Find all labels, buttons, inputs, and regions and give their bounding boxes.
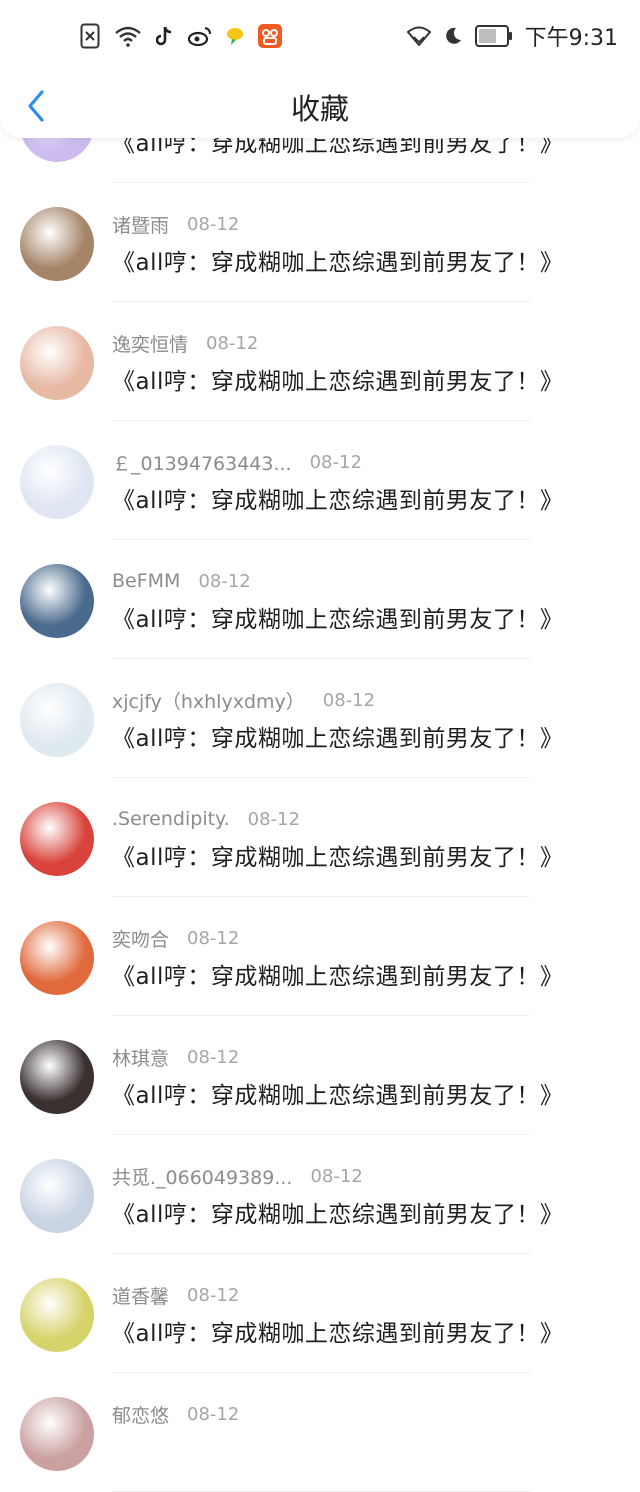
book-title[interactable]: 《all哼：穿成糊咖上恋综遇到前男友了！》 <box>112 600 563 634</box>
tiktok-icon <box>156 25 174 47</box>
date-label: 08-12 <box>187 1284 240 1306</box>
list-item[interactable]: 林琪意 08-12 《all哼：穿成糊咖上恋综遇到前男友了！》 <box>0 1016 640 1135</box>
date-label: 08-12 <box>187 1403 240 1425</box>
date-label: 08-12 <box>187 213 240 235</box>
page-title: 收藏 <box>290 92 349 126</box>
date-label: 08-12 <box>247 808 300 830</box>
avatar[interactable] <box>20 207 94 281</box>
weibo-icon <box>188 26 212 46</box>
list-item[interactable]: 道香馨 08-12 《all哼：穿成糊咖上恋综遇到前男友了！》 <box>0 1254 640 1373</box>
wifi-icon <box>114 25 142 47</box>
username[interactable]: xjcjfy（hxhlyxdmy） <box>112 687 305 714</box>
username[interactable]: 郁恋悠 <box>112 1401 169 1428</box>
book-title[interactable]: 《all哼：穿成糊咖上恋综遇到前男友了！》 <box>112 719 563 753</box>
book-title[interactable]: 《all哼：穿成糊咖上恋综遇到前男友了！》 <box>112 1314 563 1348</box>
item-meta: 郁恋悠 08-12 <box>112 1401 239 1427</box>
book-title[interactable]: 《all哼：穿成糊咖上恋综遇到前男友了！》 <box>112 957 563 991</box>
list-item[interactable]: 共觅._066049389... 08-12 《all哼：穿成糊咖上恋综遇到前男友了… <box>0 1135 640 1254</box>
book-title[interactable]: 《all哼：穿成糊咖上恋综遇到前男友了！》 <box>112 838 563 872</box>
top-bar: 下午9:31 收藏 <box>0 0 640 138</box>
avatar[interactable] <box>20 1397 94 1471</box>
username[interactable]: 道香馨 <box>112 1282 169 1309</box>
status-right-icons: 下午9:31 <box>406 22 618 51</box>
status-bar: 下午9:31 <box>0 0 640 72</box>
avatar[interactable] <box>20 564 94 638</box>
item-meta: .Serendipity. 08-12 <box>112 806 300 832</box>
item-meta: 共觅._066049389... 08-12 <box>112 1163 363 1189</box>
avatar[interactable] <box>20 802 94 876</box>
book-title[interactable]: 《all哼：穿成糊咖上恋综遇到前男友了！》 <box>112 362 563 396</box>
avatar[interactable] <box>20 1040 94 1114</box>
date-label: 08-12 <box>198 570 251 592</box>
list-item[interactable]: 诸暨雨 08-12 《all哼：穿成糊咖上恋综遇到前男友了！》 <box>0 183 640 302</box>
book-title[interactable]: 《all哼：穿成糊咖上恋综遇到前男友了！》 <box>112 1195 563 1229</box>
username[interactable]: 诸暨雨 <box>112 211 169 238</box>
list-item[interactable]: xjcjfy（hxhlyxdmy） 08-12 《all哼：穿成糊咖上恋综遇到前男友… <box>0 659 640 778</box>
battery-icon <box>474 25 513 47</box>
avatar[interactable] <box>20 1278 94 1352</box>
avatar[interactable] <box>20 921 94 995</box>
avatar[interactable] <box>20 683 94 757</box>
username[interactable]: BeFMM <box>112 570 180 592</box>
username[interactable]: 共觅._066049389... <box>112 1163 292 1190</box>
chat-bubble-icon <box>226 26 244 46</box>
date-label: 08-12 <box>309 451 362 473</box>
item-meta: BeFMM 08-12 <box>112 568 251 594</box>
date-label: 08-12 <box>310 1165 363 1187</box>
book-title[interactable]: 《all哼：穿成糊咖上恋综遇到前男友了！》 <box>112 243 563 277</box>
avatar[interactable] <box>20 1159 94 1233</box>
book-title[interactable]: 《all哼：穿成糊咖上恋综遇到前男友了！》 <box>112 481 563 515</box>
list-item[interactable]: 郁恋悠 08-12 <box>0 1373 640 1492</box>
avatar[interactable] <box>20 326 94 400</box>
date-label: 08-12 <box>187 927 240 949</box>
app-badge-icon <box>258 24 282 48</box>
username[interactable]: 奕吻合 <box>112 925 169 952</box>
wifi-signal-icon <box>406 26 431 46</box>
item-meta: 奕吻合 08-12 <box>112 925 239 951</box>
date-label: 08-12 <box>206 332 259 354</box>
avatar[interactable] <box>20 445 94 519</box>
list-item[interactable]: 奕吻合 08-12 《all哼：穿成糊咖上恋综遇到前男友了！》 <box>0 897 640 1016</box>
item-meta: xjcjfy（hxhlyxdmy） 08-12 <box>112 687 375 713</box>
username[interactable]: ￡_01394763443... <box>112 449 292 476</box>
list-item[interactable]: ￡_01394763443... 08-12 《all哼：穿成糊咖上恋综遇到前男友了… <box>0 421 640 540</box>
username[interactable]: .Serendipity. <box>112 808 230 830</box>
item-meta: 逸奕恒情 08-12 <box>112 330 258 356</box>
nav-bar: 收藏 <box>0 72 640 138</box>
status-time: 下午9:31 <box>524 26 618 51</box>
username[interactable]: 逸奕恒情 <box>112 330 188 357</box>
item-meta: 道香馨 08-12 <box>112 1282 239 1308</box>
item-meta: ￡_01394763443... 08-12 <box>112 449 362 475</box>
favorites-list: 《all哼：穿成糊咖上恋综遇到前男友了！》 诸暨雨 08-12 《all哼：穿成糊咖上… <box>0 64 640 1492</box>
sim-off-icon <box>80 23 100 49</box>
item-meta: 林琪意 08-12 <box>112 1044 239 1070</box>
date-label: 08-12 <box>322 689 376 711</box>
username[interactable]: 林琪意 <box>112 1044 169 1071</box>
list-item[interactable]: .Serendipity. 08-12 《all哼：穿成糊咖上恋综遇到前男友了！》 <box>0 778 640 897</box>
list-item[interactable]: BeFMM 08-12 《all哼：穿成糊咖上恋综遇到前男友了！》 <box>0 540 640 659</box>
item-meta: 诸暨雨 08-12 <box>112 211 239 237</box>
moon-icon <box>443 26 463 46</box>
list-item[interactable]: 逸奕恒情 08-12 《all哼：穿成糊咖上恋综遇到前男友了！》 <box>0 302 640 421</box>
date-label: 08-12 <box>187 1046 240 1068</box>
status-left-icons <box>80 22 282 50</box>
book-title[interactable]: 《all哼：穿成糊咖上恋综遇到前男友了！》 <box>112 1076 563 1110</box>
